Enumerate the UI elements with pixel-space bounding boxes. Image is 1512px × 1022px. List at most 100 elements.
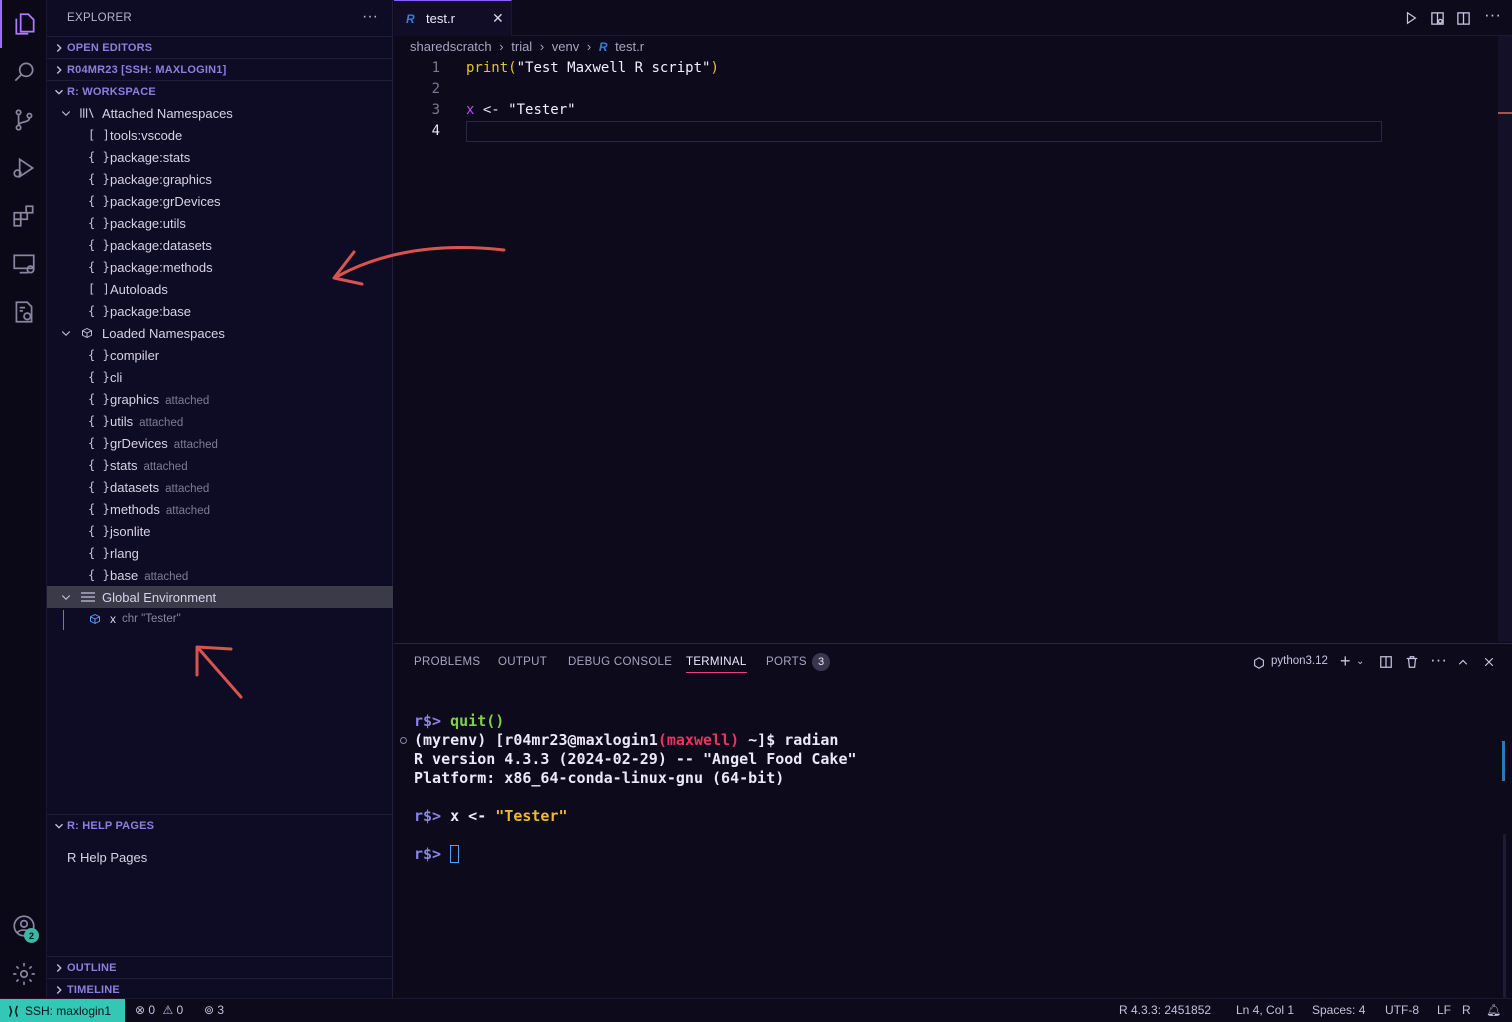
settings-gear-icon[interactable] xyxy=(0,950,47,998)
language-mode[interactable]: R xyxy=(1462,1003,1471,1017)
attached-namespace-item[interactable]: [ ] tools:vscode xyxy=(47,124,393,146)
indentation[interactable]: Spaces: 4 xyxy=(1312,1003,1365,1017)
section-remote[interactable]: R04MR23 [SSH: MAXLOGIN1] xyxy=(47,58,393,80)
loaded-namespace-item[interactable]: { } rlang xyxy=(47,542,393,564)
minimap-marker xyxy=(1498,112,1512,114)
open-preview-icon[interactable] xyxy=(1430,11,1445,26)
terminal-scrollbar[interactable] xyxy=(1503,834,1506,999)
terminal-prompt: r$> xyxy=(414,807,451,825)
tab-test-r[interactable]: R test.r ✕ xyxy=(394,0,512,36)
tree-attached-namespaces[interactable]: Attached Namespaces xyxy=(47,102,393,124)
ports-indicator[interactable]: ⊚ 3 xyxy=(204,1003,224,1017)
breadcrumb-item[interactable]: trial xyxy=(511,39,532,54)
loaded-namespace-item[interactable]: { } datasets attached xyxy=(47,476,393,498)
attached-namespace-item[interactable]: { } package:graphics xyxy=(47,168,393,190)
status-bar: ⟩⟨ SSH: maxlogin1 ⊗ 0 ⚠ 0 ⊚ 3 R 4.3.3: 2… xyxy=(0,998,1512,1022)
split-editor-icon[interactable] xyxy=(1456,11,1471,26)
search-icon[interactable] xyxy=(0,48,47,96)
panel-tab-output[interactable]: OUTPUT xyxy=(498,656,547,668)
code-operator: <- xyxy=(474,102,509,118)
terminal-command: quit() xyxy=(450,712,505,730)
cursor-position[interactable]: Ln 4, Col 1 xyxy=(1236,1003,1294,1017)
namespace-label: package:base xyxy=(110,303,191,319)
help-pages-item[interactable]: R Help Pages xyxy=(47,846,393,868)
more-actions-icon[interactable]: ··· xyxy=(1430,650,1447,670)
loaded-namespace-item[interactable]: { } compiler xyxy=(47,344,393,366)
trash-icon[interactable] xyxy=(1405,655,1419,669)
braces-icon: { } xyxy=(88,370,110,384)
new-terminal-icon[interactable]: + xyxy=(1340,651,1351,672)
section-r-workspace[interactable]: R: WORKSPACE xyxy=(47,80,393,102)
attached-namespace-item[interactable]: { } package:base xyxy=(47,300,393,322)
loaded-namespace-item[interactable]: { } methods attached xyxy=(47,498,393,520)
loaded-namespace-item[interactable]: { } jsonlite xyxy=(47,520,393,542)
section-label: R: HELP PAGES xyxy=(67,819,155,832)
more-actions-icon[interactable]: ··· xyxy=(1484,5,1501,25)
editor-scrollbar[interactable] xyxy=(1498,36,1512,642)
more-actions-icon[interactable]: ··· xyxy=(362,8,378,26)
line-ending[interactable]: LF xyxy=(1437,1003,1451,1017)
section-r-help-pages[interactable]: R: HELP PAGES xyxy=(47,814,393,836)
namespace-label: package:graphics xyxy=(110,171,212,187)
split-terminal-icon[interactable] xyxy=(1379,655,1393,669)
file-encoding[interactable]: UTF-8 xyxy=(1385,1003,1419,1017)
braces-icon: { } xyxy=(88,458,110,472)
remote-indicator[interactable]: ⟩⟨ SSH: maxlogin1 xyxy=(0,999,125,1022)
section-open-editors[interactable]: OPEN EDITORS xyxy=(47,36,393,58)
terminal-shell-name[interactable]: python3.12 xyxy=(1271,655,1328,667)
breadcrumb-item[interactable]: test.r xyxy=(615,39,644,54)
global-variable-x[interactable]: x chr "Tester" xyxy=(47,608,393,630)
code-line-1: print("Test Maxwell R script") xyxy=(466,60,719,76)
section-label: TIMELINE xyxy=(67,983,120,996)
extensions-icon[interactable] xyxy=(0,192,47,240)
panel-tab-ports[interactable]: PORTS xyxy=(766,656,807,668)
section-timeline[interactable]: TIMELINE xyxy=(47,978,393,1000)
activity-bar: 2 xyxy=(0,0,47,998)
broadcast-icon: ⊚ xyxy=(204,1003,215,1017)
maximize-panel-icon[interactable] xyxy=(1457,656,1469,668)
namespace-label: package:grDevices xyxy=(110,193,221,209)
tree-loaded-namespaces[interactable]: Loaded Namespaces xyxy=(47,322,393,344)
loaded-namespace-item[interactable]: { } graphics attached xyxy=(47,388,393,410)
breadcrumb-item[interactable]: sharedscratch xyxy=(410,39,492,54)
run-icon[interactable] xyxy=(1404,11,1418,25)
loaded-namespace-item[interactable]: { } stats attached xyxy=(47,454,393,476)
chevron-right-icon xyxy=(56,66,62,74)
namespace-label: graphics attached xyxy=(110,392,209,407)
braces-icon: { } xyxy=(88,216,110,230)
panel-tab-debug-console[interactable]: DEBUG CONSOLE xyxy=(568,656,672,668)
notifications-bell-icon[interactable]: 🔔︎ xyxy=(1486,1003,1501,1017)
source-control-icon[interactable] xyxy=(0,96,47,144)
r-extension-icon[interactable] xyxy=(0,288,47,336)
namespace-name: base xyxy=(110,567,139,583)
chevron-down-icon[interactable]: ⌄ xyxy=(1356,656,1364,667)
run-debug-icon[interactable] xyxy=(0,144,47,192)
code-editor[interactable]: 1 2 3 4 print("Test Maxwell R script") x… xyxy=(394,57,1512,643)
close-panel-icon[interactable] xyxy=(1483,656,1495,668)
command-decorator-icon[interactable] xyxy=(400,737,407,744)
variable-cube-icon xyxy=(90,613,100,625)
section-outline[interactable]: OUTLINE xyxy=(47,956,393,978)
terminal-output[interactable]: r$> quit() (myrenv) [r04mr23@maxlogin1(m… xyxy=(414,712,857,864)
remote-explorer-icon[interactable] xyxy=(0,240,47,288)
braces-icon: { } xyxy=(88,546,110,560)
attached-namespace-item[interactable]: { } package:stats xyxy=(47,146,393,168)
attached-namespace-item[interactable]: { } package:grDevices xyxy=(47,190,393,212)
tree-global-environment[interactable]: Global Environment xyxy=(47,586,393,608)
r-session-indicator[interactable]: R 4.3.3: 2451852 xyxy=(1119,1003,1211,1017)
braces-icon: { } xyxy=(88,480,110,494)
namespace-label: package:stats xyxy=(110,149,191,165)
loaded-namespace-item[interactable]: { } utils attached xyxy=(47,410,393,432)
panel-tab-terminal[interactable]: TERMINAL xyxy=(686,656,747,673)
panel-tab-problems[interactable]: PROBLEMS xyxy=(414,656,480,668)
loaded-namespace-item[interactable]: { } base attached xyxy=(47,564,393,586)
breadcrumb-item[interactable]: venv xyxy=(552,39,579,54)
breadcrumb: sharedscratch › trial › venv › R test.r xyxy=(410,39,648,54)
close-icon[interactable]: ✕ xyxy=(492,10,504,27)
explorer-icon[interactable] xyxy=(0,0,47,48)
loaded-namespace-item[interactable]: { } cli xyxy=(47,366,393,388)
account-icon[interactable] xyxy=(0,902,47,950)
section-label: R: WORKSPACE xyxy=(67,85,156,98)
problems-indicator[interactable]: ⊗ 0 ⚠ 0 xyxy=(135,1003,183,1017)
loaded-namespace-item[interactable]: { } grDevices attached xyxy=(47,432,393,454)
